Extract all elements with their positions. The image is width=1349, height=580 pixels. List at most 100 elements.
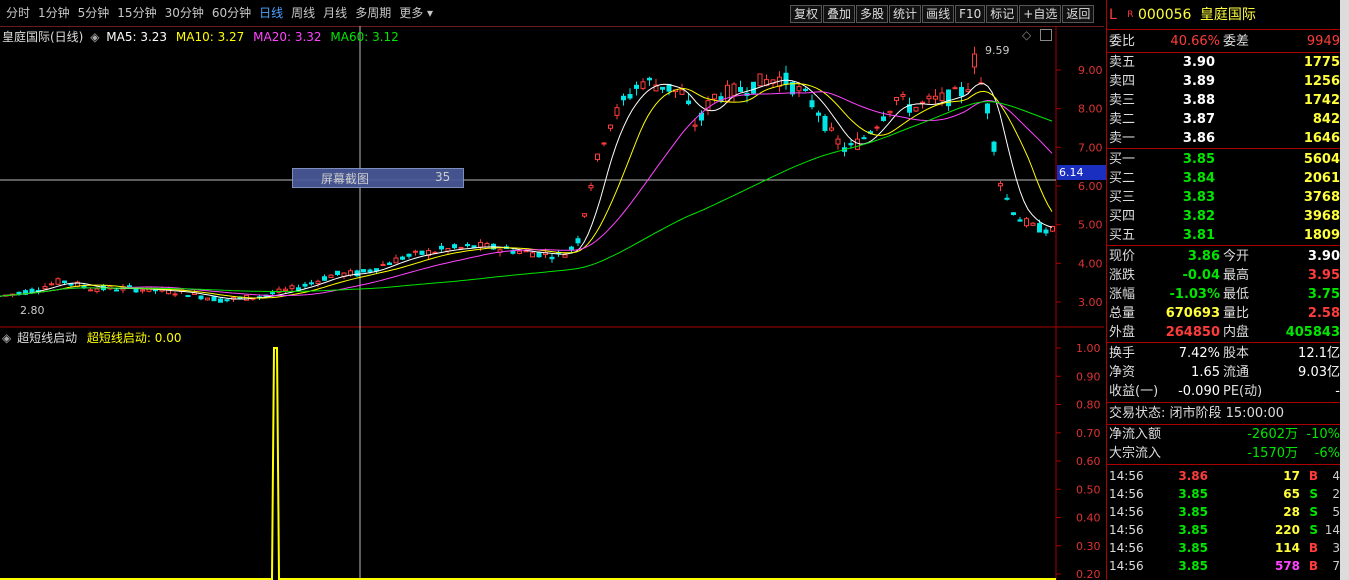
- stock-code: 000056: [1137, 7, 1192, 23]
- ask-row: 卖一 3.86 1646: [1109, 129, 1340, 148]
- toolbar-button-3[interactable]: 统计: [889, 5, 922, 23]
- indicator-axis-label: 0.80: [1076, 399, 1101, 412]
- candle-body: [289, 285, 295, 290]
- stat-label: 外盘: [1109, 325, 1136, 340]
- period-tabs: 分时 1分钟 5分钟 15分钟 30分钟 60分钟 日线 周线 月线 多周期 更多 ▾: [2, 0, 437, 26]
- ma60-line: [0, 101, 1053, 297]
- tick-count: 3: [1332, 541, 1340, 555]
- stat-value: -1.03%: [1169, 287, 1221, 302]
- tick-count: 5: [1332, 505, 1340, 519]
- toolbar-button-4[interactable]: 画线: [922, 5, 955, 23]
- ma10-label: MA10: 3.27: [175, 30, 245, 44]
- candle-body: [660, 86, 665, 90]
- candle-body: [894, 97, 899, 101]
- stat-label: 最高: [1223, 268, 1250, 283]
- bid-price: 3.83: [1182, 190, 1215, 205]
- candle-body: [829, 127, 834, 131]
- indicator-settings-diamond-icon[interactable]: ◈: [2, 331, 11, 345]
- period-tab-8[interactable]: 月线: [319, 0, 351, 26]
- candle-body: [530, 252, 535, 258]
- ask-volume: 1742: [1303, 93, 1340, 108]
- period-tab-3[interactable]: 15分钟: [113, 0, 160, 26]
- stat-value: 405843: [1285, 325, 1340, 340]
- candle-body: [731, 83, 737, 97]
- candle-body: [452, 244, 457, 249]
- tool-buttons: 复权 叠加 多股 统计 画线 F10 标记 +自选 返回: [790, 5, 1095, 23]
- tick-time: 14:56: [1109, 523, 1144, 537]
- stat-label: 总量: [1109, 306, 1136, 321]
- bid-label: 买五: [1109, 228, 1136, 243]
- candle-body: [153, 289, 158, 292]
- ask-row: 卖四 3.89 1256: [1109, 72, 1340, 91]
- period-tab-4[interactable]: 30分钟: [161, 0, 208, 26]
- candle-body: [796, 86, 802, 92]
- period-tab-9[interactable]: 多周期: [351, 0, 395, 26]
- candle-body: [582, 213, 587, 217]
- candle-body: [751, 81, 756, 94]
- side-scroll-strip[interactable]: [1340, 0, 1349, 580]
- bid-price: 3.81: [1182, 228, 1215, 243]
- flow-row: 净流入额 -2602万 -10%: [1109, 425, 1340, 444]
- kline-chart[interactable]: 9.00 8.00 7.00 6.00 5.00 4.00 3.00 1.00 0.90 0.80…: [0, 26, 1104, 580]
- ask-row: 卖三 3.88 1742: [1109, 91, 1340, 110]
- expand-diamond-icon[interactable]: ◇: [1022, 28, 1031, 42]
- stat-row: 外盘 264850 内盘 405843: [1109, 323, 1340, 342]
- price-axis-label: 4.00: [1078, 257, 1103, 270]
- toolbar-button-0[interactable]: 复权: [790, 5, 823, 23]
- period-tab-10[interactable]: 更多 ▾: [395, 0, 437, 26]
- main-legend: 皇庭国际(日线) ◈ MA5: 3.23 MA10: 3.27 MA20: 3.…: [2, 28, 399, 45]
- period-tab-6[interactable]: 日线: [255, 0, 287, 26]
- candle-body: [1030, 222, 1036, 226]
- market-flag: L: [1109, 7, 1117, 23]
- fundamental-label: 股本: [1223, 346, 1250, 361]
- stat-row: 涨幅 -1.03% 最低 3.75: [1109, 285, 1340, 304]
- period-tab-2[interactable]: 5分钟: [74, 0, 114, 26]
- period-tab-7[interactable]: 周线: [287, 0, 319, 26]
- candle-body: [998, 183, 1003, 187]
- bid-label: 买二: [1109, 171, 1136, 186]
- toolbar-button-6[interactable]: 标记: [986, 5, 1019, 23]
- flow-row: 大宗流入 -1570万 -6%: [1109, 444, 1340, 463]
- weibi-value: 40.66%: [1170, 34, 1220, 49]
- indicator-axis-label: 0.20: [1076, 568, 1101, 580]
- candle-body: [601, 142, 607, 145]
- candle-body: [387, 262, 392, 266]
- candle-body: [991, 141, 997, 152]
- period-tab-5[interactable]: 60分钟: [208, 0, 255, 26]
- maximize-icon[interactable]: [1040, 29, 1052, 41]
- bid-volume: 5604: [1303, 152, 1340, 167]
- tick-side: S: [1309, 523, 1318, 537]
- ask-row: 卖二 3.87 842: [1109, 110, 1340, 129]
- candle-body: [575, 238, 581, 244]
- bid-label: 买四: [1109, 209, 1136, 224]
- candle-body: [322, 276, 327, 281]
- period-tab-1[interactable]: 1分钟: [34, 0, 74, 26]
- trade-status: 交易状态: 闭市阶段 15:00:00: [1109, 406, 1285, 421]
- candle-body: [816, 112, 821, 116]
- toolbar-button-1[interactable]: 叠加: [823, 5, 856, 23]
- tick-price: 3.85: [1178, 541, 1208, 555]
- fundamental-row: 换手 7.42% 股本 12.1亿: [1109, 344, 1340, 363]
- candle-body: [68, 283, 74, 286]
- low-price-label: 2.80: [20, 304, 45, 317]
- bid-label: 买三: [1109, 190, 1136, 205]
- fundamental-value: 12.1亿: [1298, 346, 1340, 361]
- candle-body: [517, 250, 522, 255]
- toolbar-button-7[interactable]: +自选: [1019, 5, 1062, 23]
- bid-price: 3.85: [1182, 152, 1215, 167]
- tick-count: 7: [1332, 559, 1340, 573]
- toolbar-button-8[interactable]: 返回: [1062, 5, 1095, 23]
- candle-body: [354, 270, 360, 277]
- toolbar-button-5[interactable]: F10: [955, 5, 986, 23]
- ask-label: 卖二: [1109, 112, 1136, 127]
- candle-body: [1017, 219, 1023, 222]
- flow-pct: -10%: [1306, 427, 1340, 442]
- candle-body: [1011, 212, 1016, 216]
- candle-body: [419, 250, 425, 255]
- stat-value: 670693: [1165, 306, 1220, 321]
- ma5-label: MA5: 3.23: [106, 30, 168, 44]
- candle-body: [140, 289, 145, 292]
- settings-diamond-icon[interactable]: ◈: [90, 30, 99, 44]
- period-tab-0[interactable]: 分时: [2, 0, 34, 26]
- toolbar-button-2[interactable]: 多股: [856, 5, 889, 23]
